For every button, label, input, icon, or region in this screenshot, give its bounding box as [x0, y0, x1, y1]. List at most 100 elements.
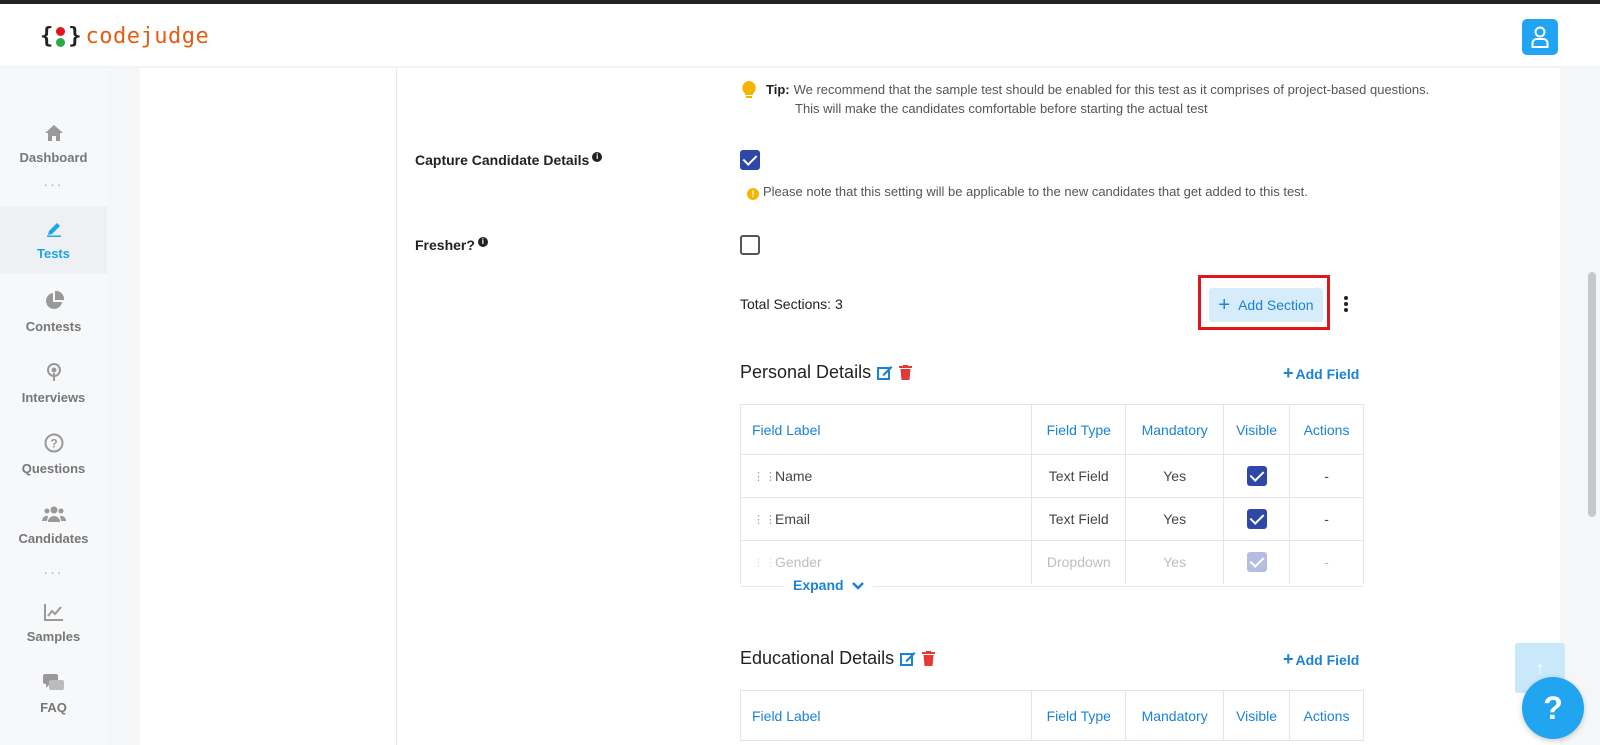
home-icon — [44, 124, 63, 141]
column-header: Field Label — [739, 690, 1033, 741]
field-mandatory: Yes — [1125, 454, 1225, 498]
column-header: Actions — [1289, 404, 1364, 455]
sidebar-item-label: Tests — [37, 245, 70, 261]
add-field-label: Add Field — [1295, 366, 1360, 382]
sidebar-item-label: Interviews — [21, 389, 86, 405]
question-mark-icon: ? — [1543, 689, 1563, 726]
edit-icon[interactable] — [877, 365, 893, 381]
field-mandatory: Yes — [1125, 497, 1225, 541]
user-profile-button[interactable] — [1522, 19, 1558, 55]
delete-icon[interactable] — [899, 365, 913, 380]
visible-checkbox[interactable] — [1246, 509, 1267, 529]
drag-handle-icon[interactable]: ⋮⋮ — [753, 472, 776, 483]
sidebar-item-label: Dashboard — [19, 149, 88, 165]
capture-candidate-details-checkbox[interactable] — [740, 150, 760, 170]
capture-note-text: Please note that this setting will be ap… — [763, 184, 1308, 199]
column-header: Field Type — [1031, 404, 1127, 455]
plus-icon: + — [1283, 649, 1294, 669]
field-actions: - — [1289, 497, 1364, 541]
edit-icon[interactable] — [900, 651, 916, 667]
personal-details-header: Personal Details — [740, 362, 913, 383]
field-type: Text Field — [1031, 497, 1127, 541]
add-field-button[interactable]: + Add Field — [1283, 363, 1359, 384]
drag-handle-icon[interactable]: ⋮⋮ — [753, 558, 776, 569]
info-icon[interactable]: i — [592, 152, 603, 162]
logo-brace-right: } — [68, 24, 82, 49]
section-title: Educational Details — [740, 648, 895, 668]
visible-checkbox[interactable] — [1246, 552, 1267, 572]
delete-icon[interactable] — [922, 651, 936, 666]
sidebar-item-label: Candidates — [18, 530, 89, 546]
sidebar-item-tests[interactable]: Tests — [0, 206, 107, 274]
plus-icon: + — [1218, 294, 1231, 316]
capture-settings-note: ! Please note that this setting will be a… — [747, 184, 1308, 200]
chevron-down-icon — [852, 582, 865, 591]
sidebar-item-interviews[interactable]: Interviews — [0, 349, 107, 417]
user-icon — [1531, 26, 1549, 48]
lightbulb-icon — [742, 81, 756, 98]
fresher-checkbox[interactable] — [740, 235, 760, 255]
table-header-row: Field Label Field Type Mandatory Visible… — [739, 690, 1364, 741]
educational-details-header: Educational Details — [740, 648, 936, 669]
add-section-button[interactable]: + Add Section — [1209, 288, 1323, 322]
field-label: Email — [775, 511, 811, 527]
arrow-up-icon: ↑ — [1535, 657, 1545, 678]
plus-icon: + — [1283, 363, 1294, 383]
sample-test-tip: Tip: We recommend that the sample test sh… — [742, 80, 1429, 118]
capture-label-text: Capture Candidate Details — [415, 152, 590, 168]
personal-details-table: Field Label Field Type Mandatory Visible… — [739, 404, 1364, 584]
trend-chart-icon — [43, 603, 63, 621]
traffic-light-icon — [56, 26, 66, 48]
pencil-icon — [46, 222, 61, 237]
chat-bubbles-icon — [42, 673, 64, 690]
sidebar: Dashboard ··· Tests Contests Interviews … — [0, 68, 107, 745]
sidebar-item-candidates[interactable]: Candidates — [0, 491, 107, 559]
page-scrollbar[interactable] — [1588, 272, 1596, 517]
add-field-button[interactable]: + Add Field — [1283, 649, 1359, 670]
sidebar-separator: ··· — [43, 564, 64, 580]
capture-candidate-details-label: Capture Candidate Details i — [415, 152, 603, 168]
field-mandatory: Yes — [1125, 540, 1225, 584]
column-header: Mandatory — [1125, 404, 1225, 455]
visible-checkbox[interactable] — [1246, 466, 1267, 486]
logo-text: codejudge — [85, 24, 210, 49]
sidebar-item-faq[interactable]: FAQ — [0, 660, 107, 728]
sidebar-item-label: FAQ — [40, 699, 67, 715]
sidebar-item-label: Contests — [25, 318, 82, 334]
section-title: Personal Details — [740, 362, 872, 382]
info-icon[interactable]: i — [477, 237, 488, 247]
codejudge-logo[interactable]: { } codejudge — [40, 24, 209, 49]
table-row: ⋮⋮Email Text Field Yes - — [739, 497, 1364, 541]
column-header: Actions — [1289, 690, 1364, 741]
tip-line-1: We recommend that the sample test should… — [793, 82, 1430, 97]
table-header-row: Field Label Field Type Mandatory Visible… — [739, 404, 1364, 455]
drag-handle-icon[interactable]: ⋮⋮ — [753, 515, 776, 526]
warning-info-icon: ! — [747, 188, 759, 200]
tip-line-2: This will make the candidates comfortabl… — [795, 101, 1208, 116]
column-header: Visible — [1223, 690, 1291, 741]
sidebar-item-dashboard[interactable]: Dashboard — [0, 110, 107, 178]
sidebar-item-contests[interactable]: Contests — [0, 278, 107, 346]
column-header: Mandatory — [1125, 690, 1225, 741]
fresher-label: Fresher? i — [415, 237, 488, 253]
tip-label: Tip: — [766, 82, 790, 97]
more-options-icon[interactable] — [1344, 296, 1348, 314]
expand-label: Expand — [793, 577, 844, 593]
total-sections-count: Total Sections: 3 — [740, 296, 843, 312]
fresher-label-text: Fresher? — [415, 237, 475, 253]
sidebar-item-samples[interactable]: Samples — [0, 589, 107, 657]
sidebar-item-label: Samples — [26, 628, 81, 644]
column-header: Field Type — [1031, 690, 1127, 741]
educational-details-table: Field Label Field Type Mandatory Visible… — [739, 690, 1364, 741]
sidebar-separator: ··· — [43, 176, 64, 192]
column-header: Field Label — [739, 404, 1033, 455]
sidebar-item-label: Questions — [21, 460, 86, 476]
expand-button[interactable]: Expand — [785, 577, 874, 593]
column-header: Visible — [1223, 404, 1291, 455]
sidebar-item-questions[interactable]: ? Questions — [0, 420, 107, 488]
logo-brace-left: { — [40, 24, 54, 49]
broadcast-icon — [46, 362, 61, 381]
column-divider — [396, 68, 397, 745]
add-field-label: Add Field — [1295, 652, 1360, 668]
help-button[interactable]: ? — [1522, 677, 1584, 739]
